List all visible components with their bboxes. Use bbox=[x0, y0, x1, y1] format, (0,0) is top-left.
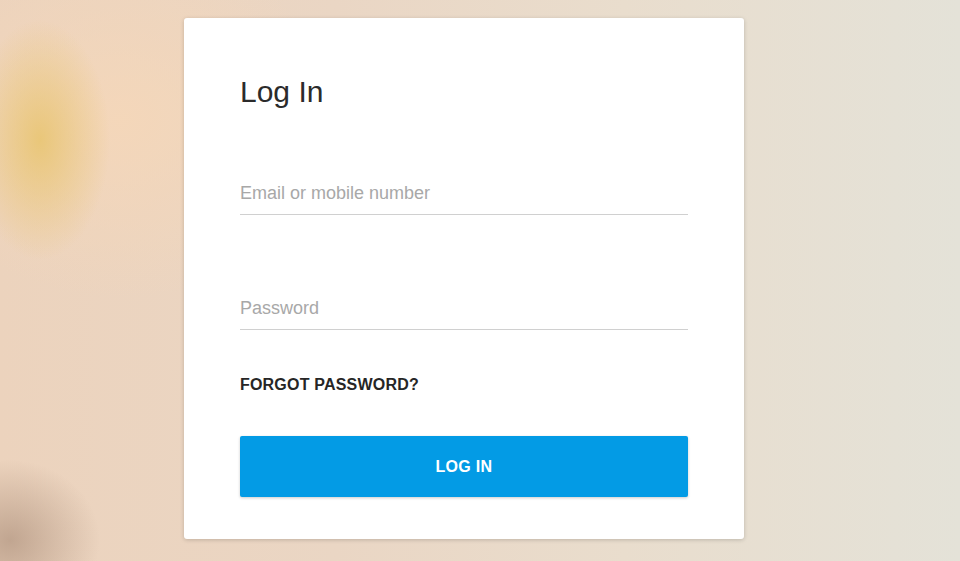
login-button[interactable]: LOG IN bbox=[240, 436, 688, 497]
password-field[interactable] bbox=[240, 273, 688, 330]
login-card: Log In FORGOT PASSWORD? LOG IN bbox=[184, 18, 744, 539]
login-title: Log In bbox=[240, 74, 688, 110]
forgot-password-link[interactable]: FORGOT PASSWORD? bbox=[240, 375, 419, 395]
email-field[interactable] bbox=[240, 158, 688, 215]
login-page: Log In FORGOT PASSWORD? LOG IN bbox=[0, 0, 960, 561]
field-list bbox=[240, 158, 688, 330]
